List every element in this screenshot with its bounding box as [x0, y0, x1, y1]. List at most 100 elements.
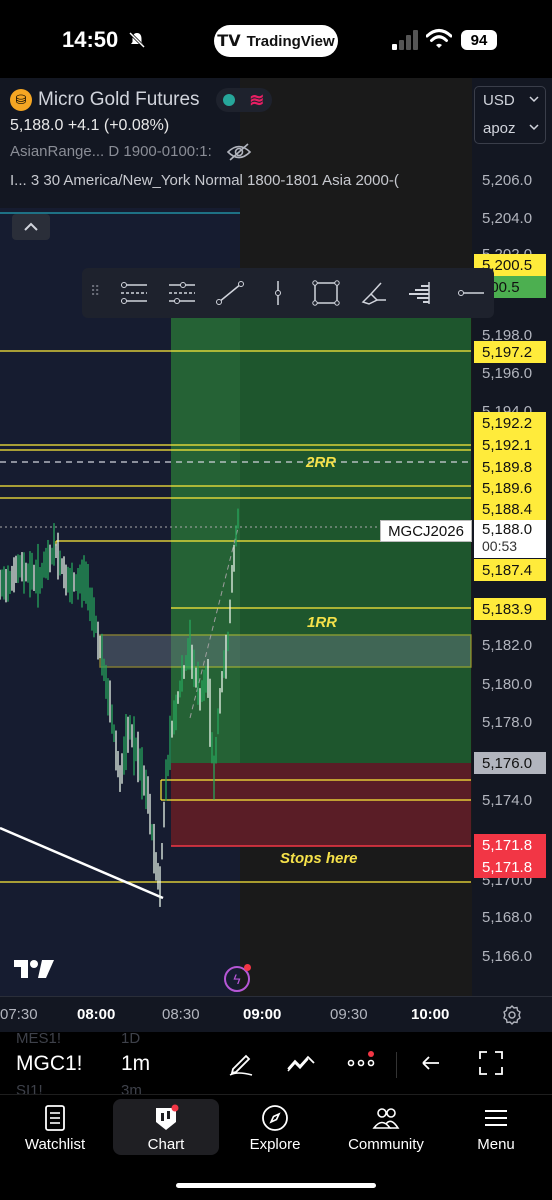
scale-label: apoz: [483, 120, 516, 137]
price-tick: 5,204.0: [482, 210, 533, 227]
currency-label: USD: [483, 92, 515, 109]
price-tick: 5,166.0: [482, 948, 533, 965]
chart-icon: [156, 1104, 179, 1130]
realtime-wave-icon: ≋: [249, 89, 265, 110]
signal-icon: [392, 30, 418, 50]
stops-label: Stops here: [280, 850, 358, 867]
tab-label: Community: [348, 1136, 424, 1153]
horizontal-ray-tool-icon[interactable]: [446, 273, 494, 313]
eye-hidden-icon[interactable]: [226, 142, 252, 162]
time-axis[interactable]: 07:30 08:00 08:30 09:00 09:30 10:00: [0, 996, 552, 1032]
ghost-prev-symbol: MES1!: [16, 1030, 62, 1047]
price-tag[interactable]: 5,188.4: [474, 498, 546, 520]
bottom-tab-bar[interactable]: Watchlist Chart Explore Community Menu: [0, 1094, 552, 1200]
undo-button[interactable]: [416, 1048, 446, 1078]
price-tick: 5,206.0: [482, 172, 533, 189]
one-rr-label: 1RR: [307, 614, 338, 631]
price-tag[interactable]: 5,176.0: [474, 752, 546, 774]
menu-icon: [485, 1110, 507, 1126]
app-pill[interactable]: 𝗧𝗩 TradingView: [214, 25, 338, 57]
tab-explore[interactable]: Explore: [222, 1099, 328, 1155]
symbol-name[interactable]: Micro Gold Futures: [38, 89, 200, 111]
tab-label: Menu: [477, 1136, 515, 1153]
price-tag[interactable]: 5,189.6: [474, 477, 546, 499]
fullscreen-icon: [479, 1051, 503, 1075]
gold-futures-icon: ⛁: [10, 89, 32, 111]
current-price: 5,188.0: [482, 521, 533, 538]
symbol-picker[interactable]: MGC1!: [16, 1052, 83, 1076]
status-time: 14:50: [62, 27, 119, 52]
pencil-icon: [229, 1054, 253, 1076]
price-tag[interactable]: 5,183.9: [474, 598, 546, 620]
market-open-icon: [222, 94, 235, 106]
indicator-sessions[interactable]: I... 3 30 America/New_York Normal 1800-1…: [10, 166, 470, 196]
compass-icon: [262, 1105, 288, 1131]
price-tick: 5,182.0: [482, 637, 533, 654]
more-dots-icon: [347, 1051, 375, 1067]
price-tag[interactable]: 5,192.1: [474, 434, 546, 456]
wifi-icon: [426, 29, 452, 48]
current-price-tag[interactable]: 5,188.0 00:53: [474, 520, 546, 558]
chart-area[interactable]: ⛁ Micro Gold Futures ≋ 5,188.0 +4.1 (+0.…: [0, 78, 552, 996]
volume-profile-tool-icon[interactable]: [398, 273, 446, 313]
tab-label: Chart: [147, 1136, 185, 1153]
price-tick: 5,174.0: [482, 792, 533, 809]
price-tag[interactable]: 5,171.8: [474, 856, 546, 878]
tab-label: Explore: [249, 1136, 301, 1153]
price-tag[interactable]: 5,197.2: [474, 341, 546, 363]
asian-range-box[interactable]: [99, 634, 472, 668]
watchlist-icon: [45, 1105, 65, 1131]
time-tick: 10:00: [411, 1006, 450, 1023]
more-options-button[interactable]: [346, 1048, 376, 1078]
chart-legend[interactable]: ⛁ Micro Gold Futures ≋ 5,188.0 +4.1 (+0.…: [10, 86, 470, 196]
time-tick: 09:00: [243, 1006, 282, 1023]
gear-icon[interactable]: [502, 1005, 522, 1025]
ghost-prev-interval: 1D: [121, 1030, 141, 1047]
price-tick: 5,168.0: [482, 909, 533, 926]
two-rr-label: 2RR: [306, 454, 337, 471]
price-tag[interactable]: 5,187.4: [474, 559, 546, 581]
price-tag[interactable]: 5,171.8: [474, 834, 546, 856]
indicators-button[interactable]: [286, 1048, 316, 1078]
interval-picker[interactable]: 1m: [121, 1052, 150, 1076]
rectangle-tool-icon[interactable]: [302, 273, 350, 313]
price-tag[interactable]: 5,189.8: [474, 456, 546, 478]
home-indicator: [176, 1183, 376, 1188]
chevron-up-icon: [24, 222, 38, 231]
tab-label: Watchlist: [24, 1136, 86, 1153]
battery-icon: 94: [461, 30, 497, 50]
drag-handle-icon[interactable]: ⠿: [90, 283, 110, 303]
tab-menu[interactable]: Menu: [443, 1099, 549, 1155]
market-status-pill[interactable]: ≋: [215, 88, 272, 112]
tab-watchlist[interactable]: Watchlist: [2, 1099, 108, 1155]
bar-countdown: 00:53: [482, 538, 518, 554]
fullscreen-button[interactable]: [476, 1048, 506, 1078]
notification-dot: [244, 964, 251, 971]
tab-community[interactable]: Community: [333, 1099, 439, 1155]
drawing-tools-button[interactable]: [226, 1048, 256, 1078]
status-bar: 14:50 𝗧𝗩 TradingView 94: [0, 0, 552, 78]
price-tag[interactable]: 5,192.2: [474, 412, 546, 434]
trend-line-tool-icon[interactable]: [206, 273, 254, 313]
time-tick: 08:00: [77, 1006, 116, 1023]
time-tick: 08:30: [162, 1006, 200, 1023]
price-tick: 5,196.0: [482, 365, 533, 382]
bell-slash-icon: [128, 31, 146, 49]
app-pill-label: TradingView: [246, 32, 335, 50]
chart-controls-bar[interactable]: MES1! SI1! 1D 3m MGC1! 1m: [0, 1030, 552, 1099]
drawing-toolbar[interactable]: ⠿: [82, 268, 494, 318]
tab-chart[interactable]: Chart: [113, 1099, 219, 1155]
parallel-channel-tool-icon[interactable]: [158, 273, 206, 313]
chevron-down-icon: [529, 96, 539, 103]
collapse-legend-button[interactable]: [12, 214, 50, 240]
vertical-line-tool-icon[interactable]: [254, 273, 302, 313]
brush-tool-icon[interactable]: [350, 273, 398, 313]
indicator-asian-range[interactable]: AsianRange... D 1900-0100:1:: [10, 138, 212, 166]
currency-unit-button[interactable]: USD apoz: [474, 86, 546, 144]
community-icon: [372, 1108, 400, 1129]
indicators-icon: [287, 1055, 315, 1072]
price-tick: 5,180.0: [482, 676, 533, 693]
chevron-down-icon: [529, 124, 539, 131]
horizontal-lines-tool-icon[interactable]: [110, 273, 158, 313]
stop-zone[interactable]: [171, 763, 471, 846]
